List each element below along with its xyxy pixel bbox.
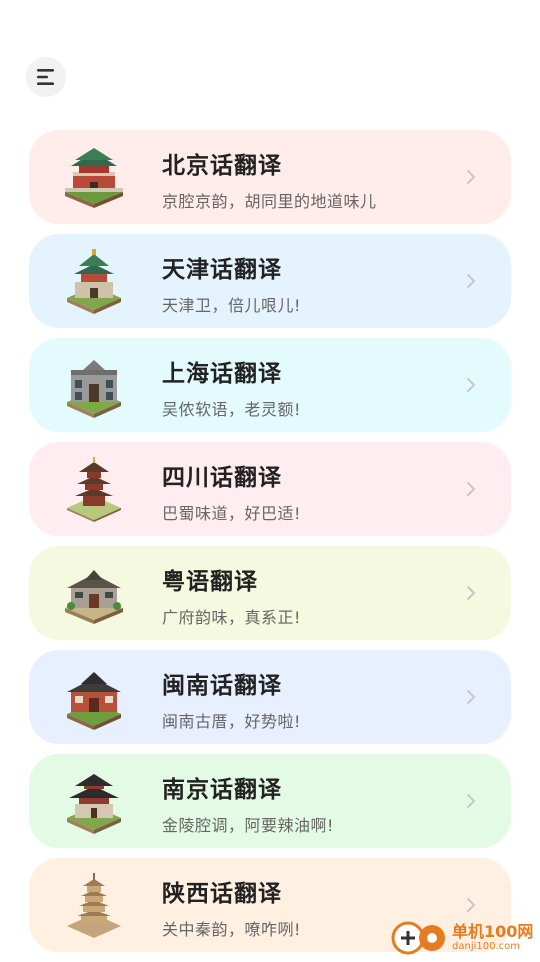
card-subtitle: 天津卫，倍儿哏儿! [162,296,301,315]
card-title: 陕西话翻译 [162,881,282,907]
beijing-gate-icon [65,148,123,208]
card-subtitle: 关中秦韵，嘹咋咧! [162,920,301,939]
danji-logo-icon [391,921,445,955]
tianjin-tower-icon [67,249,121,314]
chevron-right-icon [467,170,476,184]
card-subtitle: 广府韵味，真系正! [162,608,301,627]
menu-button[interactable] [26,57,66,97]
chevron-right-icon [467,482,476,496]
dialect-list: 北京话翻译 京腔京韵，胡同里的地道味儿 天津话翻译 天津卫，倍儿哏儿! 上海话翻… [29,130,511,962]
card-minnan[interactable]: 闽南话翻译 闽南古厝，好势啦! [29,650,511,744]
card-cantonese[interactable]: 粤语翻译 广府韵味，真系正! [29,546,511,640]
card-subtitle: 吴侬软语，老灵额! [162,400,301,419]
shaanxi-pagoda-icon [67,873,121,938]
minnan-house-icon [67,672,121,730]
shanghai-house-icon [67,360,121,418]
chevron-right-icon [467,794,476,808]
card-beijing[interactable]: 北京话翻译 京腔京韵，胡同里的地道味儿 [29,130,511,224]
card-title: 闽南话翻译 [162,673,282,699]
watermark-url: danji100.com [452,941,520,952]
watermark-title: 单机100网 [452,922,534,941]
sichuan-pagoda-icon [67,457,121,522]
card-title: 粤语翻译 [162,569,258,595]
card-subtitle: 闽南古厝，好势啦! [162,712,301,731]
nanjing-tower-icon [67,774,121,834]
guangdong-house-icon [65,570,123,624]
watermark: 单机100网 danji100.com [390,918,540,958]
card-tianjin[interactable]: 天津话翻译 天津卫，倍儿哏儿! [29,234,511,328]
card-subtitle: 金陵腔调，阿要辣油啊! [162,816,334,835]
card-shanghai[interactable]: 上海话翻译 吴侬软语，老灵额! [29,338,511,432]
card-subtitle: 巴蜀味道，好巴适! [162,504,301,523]
card-title: 四川话翻译 [162,465,282,491]
menu-icon [37,69,54,85]
chevron-right-icon [467,378,476,392]
card-title: 南京话翻译 [162,777,282,803]
card-sichuan[interactable]: 四川话翻译 巴蜀味道，好巴适! [29,442,511,536]
card-title: 天津话翻译 [162,257,282,283]
chevron-right-icon [467,898,476,912]
chevron-right-icon [467,274,476,288]
chevron-right-icon [467,586,476,600]
card-nanjing[interactable]: 南京话翻译 金陵腔调，阿要辣油啊! [29,754,511,848]
card-title: 上海话翻译 [162,361,282,387]
chevron-right-icon [467,690,476,704]
card-title: 北京话翻译 [162,153,282,179]
card-subtitle: 京腔京韵，胡同里的地道味儿 [162,192,377,211]
